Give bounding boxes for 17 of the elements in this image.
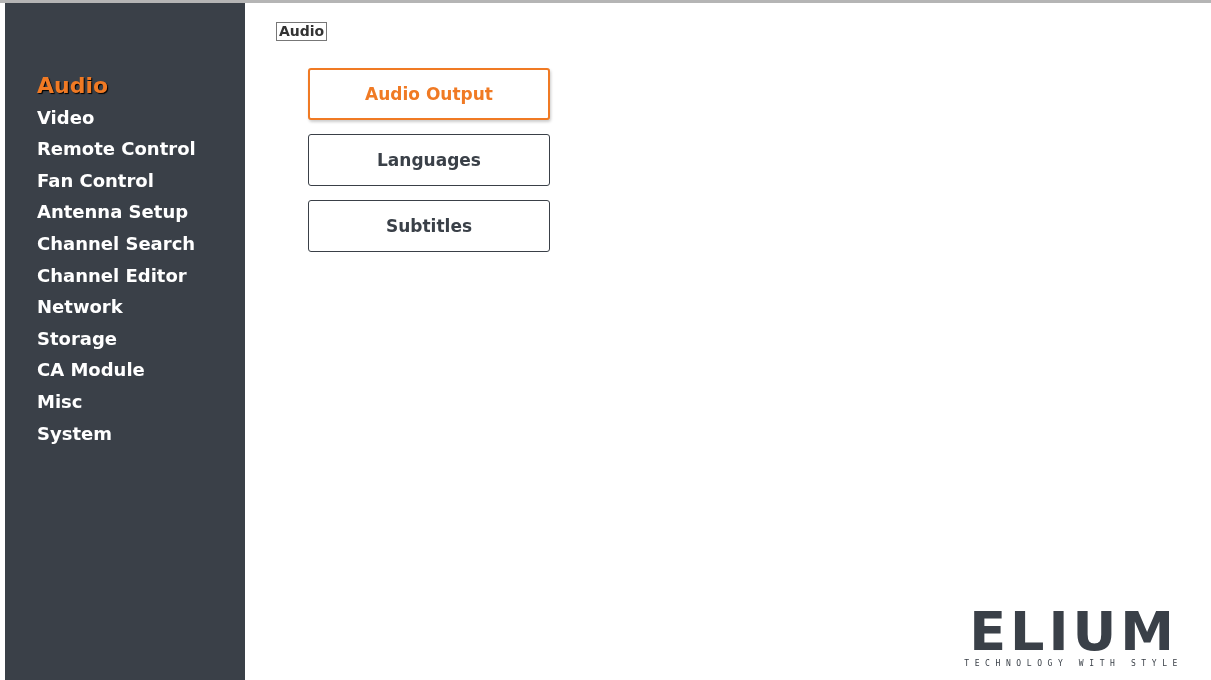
sidebar-item[interactable]: Fan Control — [37, 164, 245, 197]
sidebar-item[interactable]: Network — [37, 291, 245, 323]
sidebar-item[interactable]: Antenna Setup — [37, 196, 245, 228]
sidebar-item[interactable]: Channel Search — [37, 227, 245, 260]
sidebar-item[interactable]: Storage — [37, 322, 245, 355]
sidebar-item[interactable]: Video — [37, 101, 245, 134]
menu-button[interactable]: Languages — [308, 134, 550, 186]
sidebar-item[interactable]: Misc — [37, 385, 245, 418]
menu-button[interactable]: Subtitles — [308, 200, 550, 252]
sidebar-item[interactable]: CA Module — [37, 354, 245, 386]
logo: ELIUM — [969, 607, 1179, 657]
sidebar-item[interactable]: Channel Editor — [37, 259, 245, 292]
sidebar-item[interactable]: Remote Control — [37, 133, 245, 165]
sidebar-item[interactable]: System — [37, 417, 245, 450]
breadcrumb: Audio — [276, 22, 328, 41]
sidebar-item[interactable]: Audio — [37, 70, 245, 102]
logo-tagline: TECHNOLOGY WITH STYLE — [964, 659, 1183, 668]
